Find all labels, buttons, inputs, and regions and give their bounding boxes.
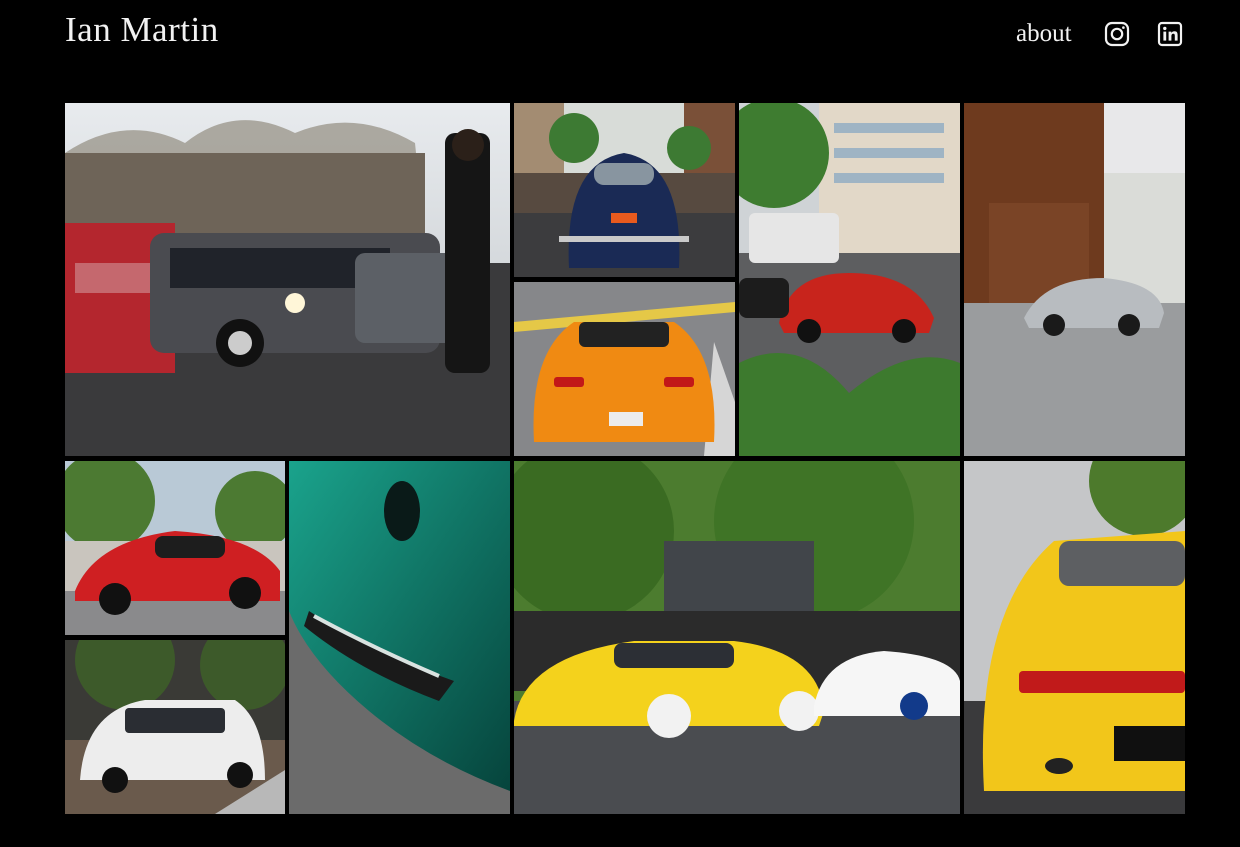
photo-yellow-porsche-964-crowd[interactable] — [514, 461, 960, 814]
site-header: Ian Martin about — [0, 0, 1240, 80]
photo-blue-vw-beetle[interactable] — [514, 103, 735, 277]
photo-bmw-e30-group[interactable] — [65, 103, 510, 456]
instagram-icon[interactable] — [1104, 21, 1130, 47]
photo-white-ford-escort[interactable] — [65, 640, 285, 814]
linkedin-icon[interactable] — [1157, 21, 1183, 47]
photo-yellow-porsche-993-rear[interactable] — [964, 461, 1185, 814]
photo-red-ferrari-street[interactable] — [739, 103, 960, 456]
site-title[interactable]: Ian Martin — [65, 10, 219, 50]
nav-about-link[interactable]: about — [1016, 20, 1072, 48]
photo-red-ferrari-458[interactable] — [65, 461, 285, 635]
photo-orange-porsche-boxster[interactable] — [514, 282, 735, 456]
photo-silver-porsche-911-garage[interactable] — [964, 103, 1185, 456]
photo-teal-alfa-romeo-closeup[interactable] — [289, 461, 510, 814]
